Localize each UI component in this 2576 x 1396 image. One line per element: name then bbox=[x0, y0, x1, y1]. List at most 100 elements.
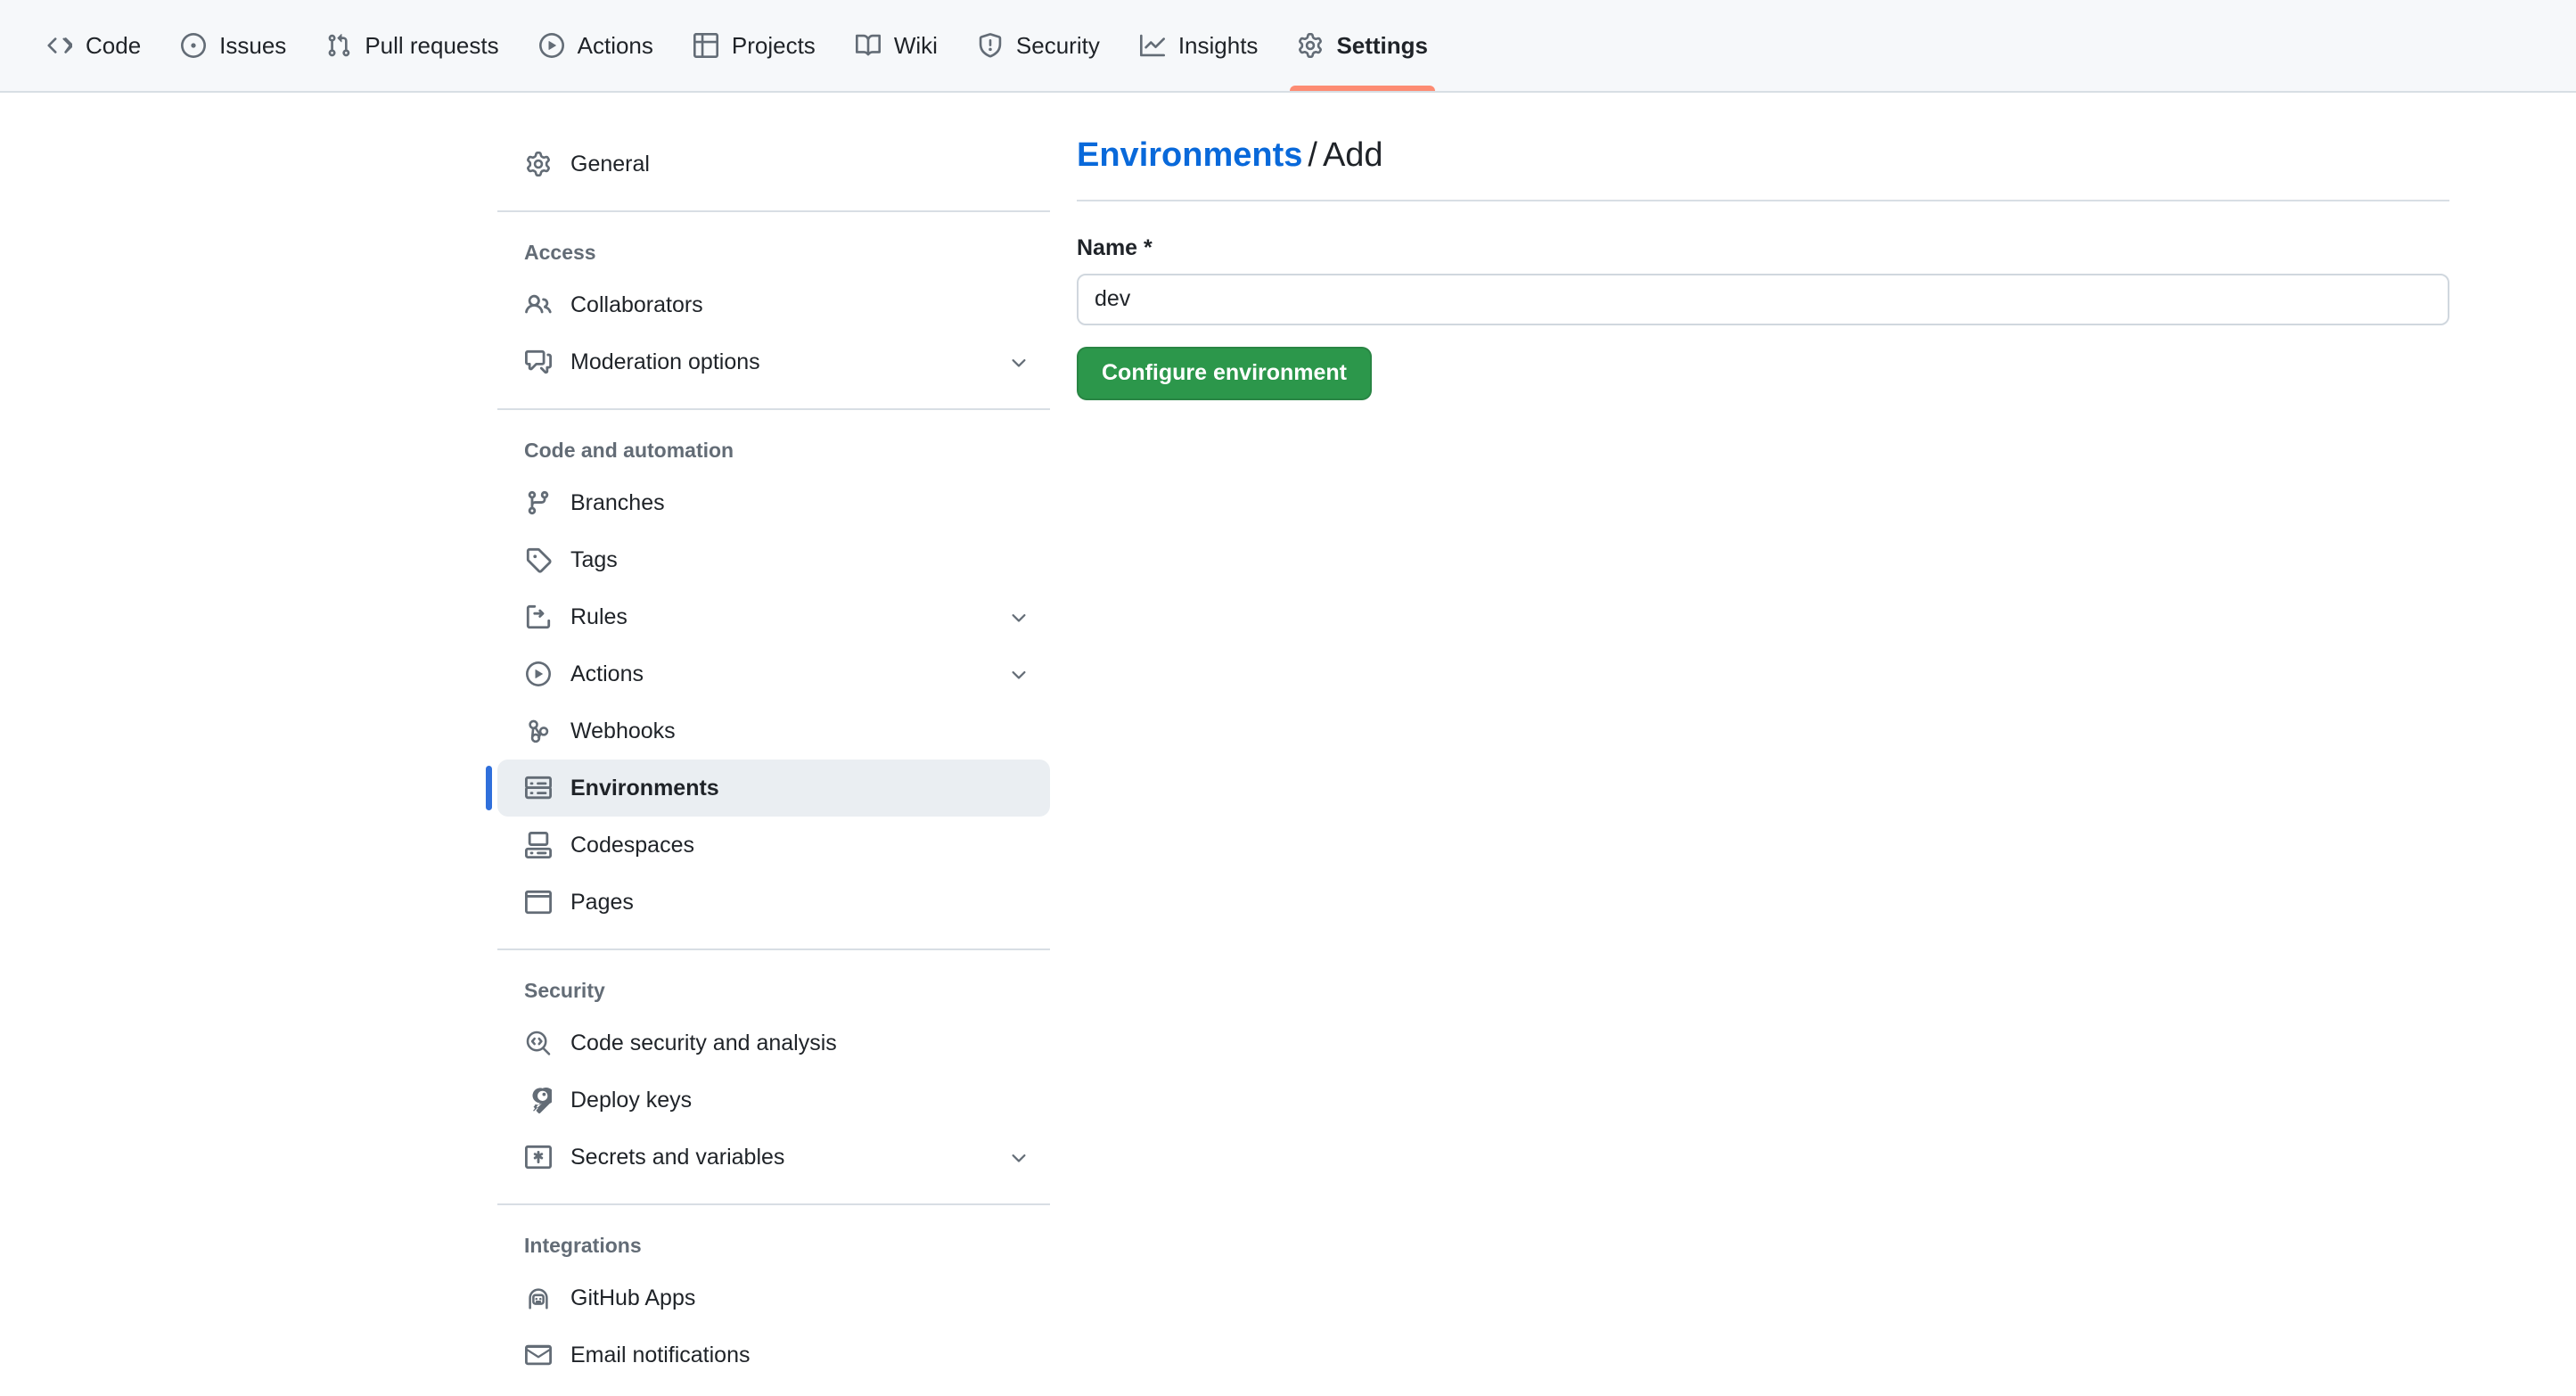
sidebar-item-label: Environments bbox=[570, 775, 719, 801]
sidebar-item-collaborators[interactable]: Collaborators bbox=[497, 276, 1050, 333]
breadcrumb-environments-link[interactable]: Environments bbox=[1077, 136, 1302, 174]
sidebar-item-github-apps[interactable]: GitHub Apps bbox=[497, 1269, 1050, 1326]
sidebar-item-rules[interactable]: Rules bbox=[497, 588, 1050, 645]
sidebar-group: Code and automation Branches Tags Rules Acti… bbox=[486, 426, 1050, 932]
sidebar-item-label: Code security and analysis bbox=[570, 1030, 837, 1055]
sidebar-divider bbox=[497, 210, 1050, 212]
git-branch-icon bbox=[524, 489, 553, 517]
sidebar-group: General bbox=[497, 135, 1050, 194]
page-body: General Access Collaborators Moderation opt… bbox=[0, 93, 2576, 1396]
sidebar-item-label: Deploy keys bbox=[570, 1087, 693, 1113]
graph-icon bbox=[1139, 32, 1166, 59]
environment-name-input[interactable] bbox=[1077, 273, 2449, 325]
active-tab-underline bbox=[1290, 86, 1436, 91]
sidebar-heading-security: Security bbox=[524, 978, 605, 1002]
browser-icon bbox=[524, 888, 553, 916]
sidebar-item-label: General bbox=[570, 151, 650, 177]
nav-item-label: Pull requests bbox=[365, 32, 499, 59]
chevron-down-icon[interactable] bbox=[1007, 605, 1030, 628]
nav-item-settings[interactable]: Settings bbox=[1277, 0, 1448, 91]
main-content: Environments/Add Name * Configure enviro… bbox=[1077, 135, 2449, 400]
tag-icon bbox=[524, 546, 553, 574]
server-icon bbox=[524, 774, 553, 802]
chevron-down-icon[interactable] bbox=[1007, 350, 1030, 374]
settings-sidebar: General Access Collaborators Moderation opt… bbox=[486, 135, 1050, 1385]
sidebar-group: Security Code security and analysis Deploy… bbox=[497, 966, 1050, 1187]
sidebar-item-label: Branches bbox=[570, 489, 665, 515]
sidebar-item-label: GitHub Apps bbox=[570, 1285, 696, 1310]
ruleset-icon bbox=[524, 603, 553, 631]
sidebar-item-email-notifications[interactable]: Email notifications bbox=[497, 1326, 1050, 1384]
nav-item-label: Actions bbox=[577, 32, 653, 59]
sidebar-item-label: Email notifications bbox=[570, 1342, 751, 1367]
sidebar-divider bbox=[497, 408, 1050, 410]
sidebar-item-pages[interactable]: Pages bbox=[497, 874, 1050, 931]
nav-item-projects[interactable]: Projects bbox=[673, 0, 835, 91]
sidebar-item-label: Collaborators bbox=[570, 292, 703, 317]
nav-item-actions[interactable]: Actions bbox=[519, 0, 673, 91]
book-icon bbox=[855, 32, 882, 59]
comment-discussion-icon bbox=[524, 348, 553, 376]
nav-item-label: Wiki bbox=[893, 32, 938, 59]
sidebar-group: Access Collaborators Moderation options bbox=[497, 228, 1050, 392]
nav-item-wiki[interactable]: Wiki bbox=[835, 0, 957, 91]
sidebar-divider bbox=[497, 948, 1050, 950]
sidebar-item-label: Moderation options bbox=[570, 349, 760, 374]
key-asterisk-icon bbox=[524, 1143, 553, 1171]
sidebar-heading-access: Access bbox=[524, 240, 596, 264]
nav-item-label: Code bbox=[86, 32, 142, 59]
play-icon bbox=[538, 32, 565, 59]
nav-item-label: Issues bbox=[219, 32, 287, 59]
webhook-icon bbox=[524, 717, 553, 745]
nav-item-insights[interactable]: Insights bbox=[1120, 0, 1278, 91]
sidebar-divider bbox=[497, 1203, 1050, 1205]
codescan-icon bbox=[524, 1029, 553, 1057]
chevron-down-icon[interactable] bbox=[1007, 1146, 1030, 1169]
configure-environment-button[interactable]: Configure environment bbox=[1077, 346, 1373, 400]
nav-item-code[interactable]: Code bbox=[27, 0, 160, 91]
sidebar-item-label: Pages bbox=[570, 889, 634, 915]
sidebar-item-label: Codespaces bbox=[570, 832, 694, 858]
play-icon bbox=[524, 660, 553, 688]
sidebar-item-label: Webhooks bbox=[570, 718, 676, 743]
sidebar-item-webhooks[interactable]: Webhooks bbox=[497, 702, 1050, 760]
gear-icon bbox=[1297, 32, 1324, 59]
content-divider bbox=[1077, 199, 2449, 201]
table-icon bbox=[693, 32, 719, 59]
gear-icon bbox=[524, 150, 553, 178]
sidebar-item-tags[interactable]: Tags bbox=[497, 531, 1050, 588]
sidebar-item-label: Actions bbox=[570, 661, 644, 686]
sidebar-item-moderation-options[interactable]: Moderation options bbox=[497, 333, 1050, 390]
git-pull-request-icon bbox=[325, 32, 352, 59]
sidebar-item-label: Tags bbox=[570, 546, 618, 572]
people-icon bbox=[524, 291, 553, 319]
sidebar-item-label: Rules bbox=[570, 604, 628, 629]
sidebar-item-codespaces[interactable]: Codespaces bbox=[497, 817, 1050, 874]
shield-icon bbox=[977, 32, 1004, 59]
nav-item-security[interactable]: Security bbox=[957, 0, 1120, 91]
sidebar-item-deploy-keys[interactable]: Deploy keys bbox=[497, 1072, 1050, 1129]
repository-nav-bar: Code Issues Pull requests Actions Projects Wi… bbox=[0, 0, 2576, 93]
mail-icon bbox=[524, 1341, 553, 1369]
sidebar-item-secrets-and-variables[interactable]: Secrets and variables bbox=[497, 1129, 1050, 1186]
name-field-label: Name * bbox=[1077, 234, 1153, 260]
issue-opened-icon bbox=[180, 32, 207, 59]
breadcrumb-separator: / bbox=[1308, 136, 1317, 174]
sidebar-item-actions[interactable]: Actions bbox=[497, 645, 1050, 702]
apps-icon bbox=[524, 1284, 553, 1312]
breadcrumb-current: Add bbox=[1322, 136, 1383, 174]
nav-item-label: Settings bbox=[1336, 32, 1429, 59]
nav-item-label: Projects bbox=[731, 32, 816, 59]
nav-item-pull-requests[interactable]: Pull requests bbox=[306, 0, 518, 91]
sidebar-item-general[interactable]: General bbox=[497, 135, 1050, 193]
codespaces-icon bbox=[524, 831, 553, 859]
sidebar-item-branches[interactable]: Branches bbox=[497, 474, 1050, 531]
sidebar-item-code-security-and-analysis[interactable]: Code security and analysis bbox=[497, 1014, 1050, 1072]
nav-item-issues[interactable]: Issues bbox=[160, 0, 306, 91]
sidebar-item-label: Secrets and variables bbox=[570, 1144, 785, 1170]
code-icon bbox=[46, 32, 73, 59]
chevron-down-icon[interactable] bbox=[1007, 662, 1030, 686]
sidebar-heading-integrations: Integrations bbox=[524, 1233, 642, 1257]
key-icon bbox=[524, 1086, 553, 1114]
sidebar-item-environments[interactable]: Environments bbox=[486, 760, 1050, 817]
